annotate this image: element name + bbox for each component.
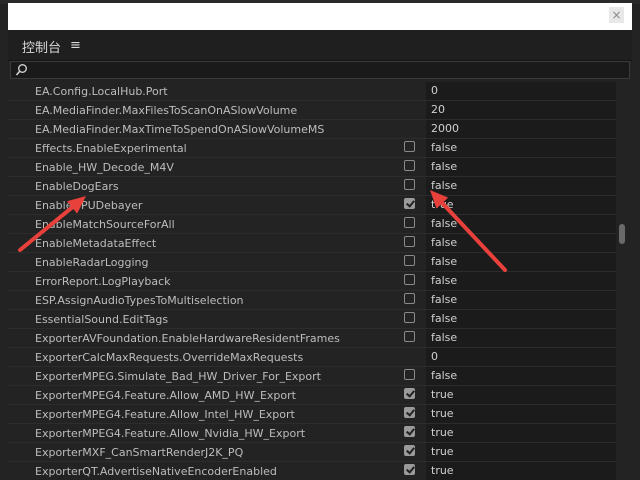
list-item: ExporterMPEG4.Feature.Allow_AMD_HW_Expor… <box>8 386 616 405</box>
value-checkbox[interactable] <box>404 274 415 285</box>
variable-name: EnableMetadataEffect <box>35 237 157 250</box>
value-checkbox[interactable] <box>404 198 415 209</box>
variable-name: EnableRadarLogging <box>35 256 149 269</box>
list-item: EssentialSound.EditTags false <box>8 310 616 329</box>
value-field[interactable]: false <box>426 158 616 176</box>
value-checkbox[interactable] <box>404 331 415 342</box>
value-checkbox[interactable] <box>404 445 415 456</box>
variable-name: EnableMatchSourceForAll <box>35 218 175 231</box>
list-item: Enable_HW_Decode_M4V false <box>8 158 616 177</box>
list-item: Effects.EnableExperimental false <box>8 139 616 158</box>
list-item: ExporterAVFoundation.EnableHardwareResid… <box>8 329 616 348</box>
list-item: ExporterMXF_CanSmartRenderJ2K_PQ true <box>8 443 616 462</box>
list-item: EA.Config.LocalHub.Port 0 <box>8 82 616 101</box>
variable-name: ExporterMPEG.Simulate_Bad_HW_Driver_For_… <box>35 370 321 383</box>
variable-name: ExporterCalcMaxRequests.OverrideMaxReque… <box>35 351 304 364</box>
list-item: ExporterCalcMaxRequests.OverrideMaxReque… <box>8 348 616 367</box>
value-field[interactable]: true <box>426 405 616 423</box>
value-field[interactable]: false <box>426 272 616 290</box>
value-field[interactable]: true <box>426 424 616 442</box>
close-button[interactable]: × <box>609 7 624 23</box>
hamburger-menu-icon[interactable]: ≡ <box>70 38 81 53</box>
value-checkbox[interactable] <box>404 464 415 475</box>
list-item: ExporterMPEG4.Feature.Allow_Nvidia_HW_Ex… <box>8 424 616 443</box>
list-item: EnableMatchSourceForAll false <box>8 215 616 234</box>
value-field[interactable]: true <box>426 443 616 461</box>
search-input[interactable] <box>10 61 630 79</box>
value-field[interactable]: true <box>426 386 616 404</box>
value-field[interactable]: 20 <box>426 101 616 119</box>
variable-name: ESP.AssignAudioTypesToMultiselection <box>35 294 244 307</box>
value-field[interactable]: 0 <box>426 348 616 366</box>
scrollbar[interactable] <box>618 82 626 480</box>
value-field[interactable]: false <box>426 329 616 347</box>
variable-name: Effects.EnableExperimental <box>35 142 187 155</box>
variable-name: EA.MediaFinder.MaxFilesToScanOnASlowVolu… <box>35 104 298 117</box>
list-item: EA.MediaFinder.MaxTimeToSpendOnASlowVolu… <box>8 120 616 139</box>
panel-title: 控制台 <box>22 41 62 56</box>
value-field[interactable]: false <box>426 310 616 328</box>
value-checkbox[interactable] <box>404 179 415 190</box>
variable-name: ExporterMPEG4.Feature.Allow_Nvidia_HW_Ex… <box>35 427 306 440</box>
list-item: EnableGPUDebayer true <box>8 196 616 215</box>
value-checkbox[interactable] <box>404 369 415 380</box>
list-item: ExporterQT.AdvertiseNativeEncoderEnabled… <box>8 462 616 480</box>
search-icon <box>15 64 27 76</box>
value-field[interactable]: false <box>426 234 616 252</box>
value-field[interactable]: true <box>426 462 616 480</box>
list-item: ErrorReport.LogPlayback false <box>8 272 616 291</box>
variable-name: ExporterQT.AdvertiseNativeEncoderEnabled <box>35 465 277 478</box>
value-checkbox[interactable] <box>404 141 415 152</box>
value-field[interactable]: false <box>426 177 616 195</box>
scrollbar-thumb[interactable] <box>619 224 625 244</box>
list-item: EnableRadarLogging false <box>8 253 616 272</box>
value-field[interactable]: false <box>426 253 616 271</box>
variable-name: ErrorReport.LogPlayback <box>35 275 171 288</box>
value-checkbox[interactable] <box>404 426 415 437</box>
variable-name: EA.MediaFinder.MaxTimeToSpendOnASlowVolu… <box>35 123 325 136</box>
value-checkbox[interactable] <box>404 160 415 171</box>
value-checkbox[interactable] <box>404 312 415 323</box>
list-item: ExporterMPEG.Simulate_Bad_HW_Driver_For_… <box>8 367 616 386</box>
value-checkbox[interactable] <box>404 293 415 304</box>
variable-name: EA.Config.LocalHub.Port <box>35 85 168 98</box>
value-field[interactable]: false <box>426 139 616 157</box>
value-field[interactable]: 2000 <box>426 120 616 138</box>
list-item: EA.MediaFinder.MaxFilesToScanOnASlowVolu… <box>8 101 616 120</box>
panel-header: 控制台 ≡ <box>8 30 632 61</box>
variable-name: ExporterAVFoundation.EnableHardwareResid… <box>35 332 340 345</box>
list-item: EnableDogEars false <box>8 177 616 196</box>
value-field[interactable]: false <box>426 367 616 385</box>
value-field[interactable]: 0 <box>426 82 616 100</box>
value-checkbox[interactable] <box>404 388 415 399</box>
dialog-title-bar: × <box>8 3 632 30</box>
list-item: ESP.AssignAudioTypesToMultiselection fals… <box>8 291 616 310</box>
variable-name: Enable_HW_Decode_M4V <box>35 161 174 174</box>
value-checkbox[interactable] <box>404 217 415 228</box>
list-item: ExporterMPEG4.Feature.Allow_Intel_HW_Exp… <box>8 405 616 424</box>
variable-name: ExporterMPEG4.Feature.Allow_Intel_HW_Exp… <box>35 408 295 421</box>
value-field[interactable]: true <box>426 196 616 214</box>
variable-name: ExporterMPEG4.Feature.Allow_AMD_HW_Expor… <box>35 389 296 402</box>
value-checkbox[interactable] <box>404 255 415 266</box>
console-variable-list: EA.Config.LocalHub.Port 0 EA.MediaFinder.M… <box>8 82 616 480</box>
value-checkbox[interactable] <box>404 407 415 418</box>
value-field[interactable]: false <box>426 291 616 309</box>
list-item: EnableMetadataEffect false <box>8 234 616 253</box>
variable-name: EnableDogEars <box>35 180 119 193</box>
variable-name: ExporterMXF_CanSmartRenderJ2K_PQ <box>35 446 244 459</box>
variable-name: EssentialSound.EditTags <box>35 313 169 326</box>
value-checkbox[interactable] <box>404 236 415 247</box>
variable-name: EnableGPUDebayer <box>35 199 143 212</box>
value-field[interactable]: false <box>426 215 616 233</box>
